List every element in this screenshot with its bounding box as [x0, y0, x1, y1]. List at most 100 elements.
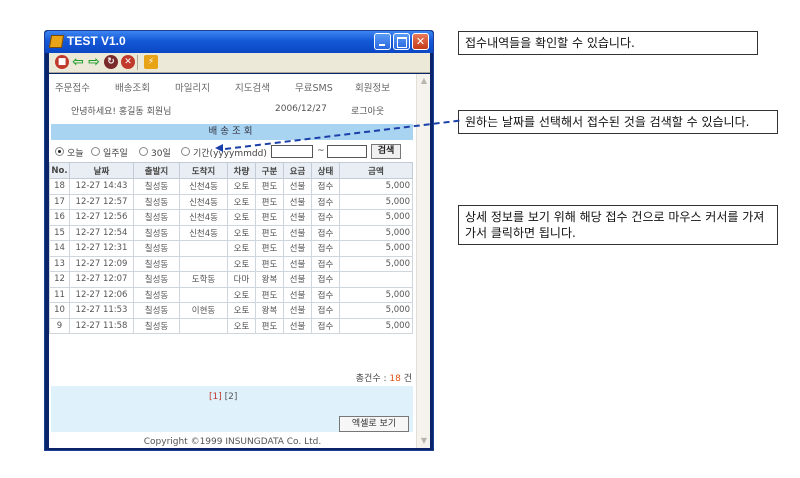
table-cell: 편도 [255, 255, 284, 272]
scroll-up-icon[interactable]: ▲ [418, 75, 430, 87]
total-label: 총건수 : [355, 374, 387, 384]
table-cell: 편도 [255, 317, 284, 334]
table-cell: 도학동 [179, 271, 228, 288]
table-row[interactable]: 11 12-27 12:06 칠성동 오토 편도 선불 접수 5,000 [49, 286, 413, 303]
total-unit: 건 [403, 374, 412, 384]
logout-link[interactable]: 로그아웃 [351, 104, 384, 117]
table-cell [179, 317, 228, 334]
page-link-next[interactable]: [2] [225, 392, 238, 402]
menu-item-sms[interactable]: 무료SMS [295, 80, 333, 94]
close-button[interactable]: ✕ [412, 33, 429, 50]
copyright-text: Copyright ©1999 INSUNGDATA Co. Ltd. [143, 437, 322, 447]
table-row[interactable]: 12 12-27 12:07 칠성동 도학동 다마 왕복 선불 접수 [49, 271, 413, 288]
table-cell: 다마 [227, 271, 256, 288]
range-separator: ~ [317, 146, 325, 156]
table-cell: 12 [49, 271, 70, 288]
app-icon [48, 35, 65, 48]
table-cell: 14 [49, 240, 70, 257]
minimize-button[interactable] [374, 33, 391, 50]
close-icon: ✕ [415, 35, 426, 48]
table-cell: 편도 [255, 240, 284, 257]
app-logo-icon[interactable]: ⚡ [144, 55, 158, 69]
excel-view-button[interactable]: 엑셀로 보기 [339, 416, 409, 432]
main-menu: 주문접수 배송조회 마일리지 지도검색 무료SMS 회원정보 [49, 80, 416, 94]
table-cell: 9 [49, 317, 70, 334]
radio-today-label: 오늘 [67, 149, 84, 159]
scroll-down-icon[interactable]: ▼ [418, 435, 430, 447]
end-date-input[interactable] [327, 145, 367, 158]
radio-period[interactable] [181, 147, 190, 156]
current-date: 2006/12/27 [275, 104, 327, 114]
table-row[interactable]: 17 12-27 12:57 칠성동 신천4동 오토 편도 선불 접수 5,000 [49, 193, 413, 210]
table-cell: 오토 [227, 178, 256, 195]
window-title: TEST V1.0 [67, 34, 126, 48]
delivery-table: No. 날짜 출발지 도착지 차량 구분 요금 상태 금액 18 12-27 14… [49, 162, 413, 334]
table-cell [179, 286, 228, 303]
table-cell: 선불 [283, 224, 312, 241]
radio-week[interactable] [91, 147, 100, 156]
radio-30days[interactable] [139, 147, 148, 156]
pagination: [1] [2] [209, 392, 237, 402]
table-cell [179, 240, 228, 257]
table-cell: 접수 [311, 240, 340, 257]
menu-item-delivery[interactable]: 배송조회 [115, 80, 150, 94]
vertical-scrollbar[interactable]: ▲ ▼ [416, 74, 430, 448]
table-cell: 17 [49, 193, 70, 210]
table-cell: 13 [49, 255, 70, 272]
back-arrow-icon[interactable]: ⇦ [71, 55, 85, 69]
table-cell: 오토 [227, 240, 256, 257]
table-cell: 15 [49, 224, 70, 241]
menu-item-mileage[interactable]: 마일리지 [175, 80, 210, 94]
page-link-current[interactable]: [1] [209, 392, 222, 402]
table-cell: 11 [49, 286, 70, 303]
maximize-button[interactable] [393, 33, 410, 50]
menu-item-map[interactable]: 지도검색 [235, 80, 270, 94]
col-origin: 출발지 [133, 162, 180, 179]
cancel-icon[interactable]: ✕ [121, 55, 135, 69]
table-row[interactable]: 13 12-27 12:09 칠성동 오토 편도 선불 접수 5,000 [49, 255, 413, 272]
table-cell: 칠성동 [133, 209, 180, 226]
table-row[interactable]: 16 12-27 12:56 칠성동 신천4동 오토 편도 선불 접수 5,000 [49, 209, 413, 226]
table-row[interactable]: 10 12-27 11:53 칠성동 이현동 오토 왕복 선불 접수 5,000 [49, 302, 413, 319]
start-date-input[interactable] [271, 145, 313, 158]
radio-today[interactable] [55, 147, 64, 156]
search-button[interactable]: 검색 [371, 144, 401, 159]
table-cell: 신천4동 [179, 209, 228, 226]
table-cell: 5,000 [339, 255, 413, 272]
table-cell: 이현동 [179, 302, 228, 319]
forward-arrow-icon[interactable]: ⇨ [87, 55, 101, 69]
table-cell: 칠성동 [133, 178, 180, 195]
col-destination: 도착지 [179, 162, 228, 179]
table-cell: 오토 [227, 317, 256, 334]
menu-item-member[interactable]: 회원정보 [355, 80, 390, 94]
col-fare: 요금 [283, 162, 312, 179]
table-cell: 선불 [283, 302, 312, 319]
table-cell: 칠성동 [133, 286, 180, 303]
stop-icon[interactable]: ■ [55, 55, 69, 69]
table-cell: 편도 [255, 193, 284, 210]
table-cell: 12-27 11:58 [69, 317, 134, 334]
table-cell: 칠성동 [133, 271, 180, 288]
refresh-icon[interactable]: ↻ [104, 55, 118, 69]
table-cell: 5,000 [339, 240, 413, 257]
menu-item-order[interactable]: 주문접수 [55, 80, 90, 94]
table-cell: 신천4동 [179, 178, 228, 195]
table-cell: 12-27 12:06 [69, 286, 134, 303]
table-cell: 접수 [311, 286, 340, 303]
table-cell: 신천4동 [179, 193, 228, 210]
table-cell: 왕복 [255, 302, 284, 319]
table-cell: 칠성동 [133, 193, 180, 210]
table-cell: 12-27 11:53 [69, 302, 134, 319]
table-cell: 편도 [255, 286, 284, 303]
table-cell: 접수 [311, 178, 340, 195]
table-cell: 편도 [255, 209, 284, 226]
table-row[interactable]: 14 12-27 12:31 칠성동 오토 편도 선불 접수 5,000 [49, 240, 413, 257]
radio-week-label: 일주일 [103, 149, 128, 159]
table-cell: 12-27 12:57 [69, 193, 134, 210]
table-cell: 왕복 [255, 271, 284, 288]
table-row[interactable]: 18 12-27 14:43 칠성동 신천4동 오토 편도 선불 접수 5,000 [49, 178, 413, 195]
table-cell: 오토 [227, 286, 256, 303]
table-row[interactable]: 9 12-27 11:58 칠성동 오토 편도 선불 접수 5,000 [49, 317, 413, 334]
table-row[interactable]: 15 12-27 12:54 칠성동 신천4동 오토 편도 선불 접수 5,000 [49, 224, 413, 241]
title-bar[interactable]: TEST V1.0 ✕ [45, 31, 433, 53]
